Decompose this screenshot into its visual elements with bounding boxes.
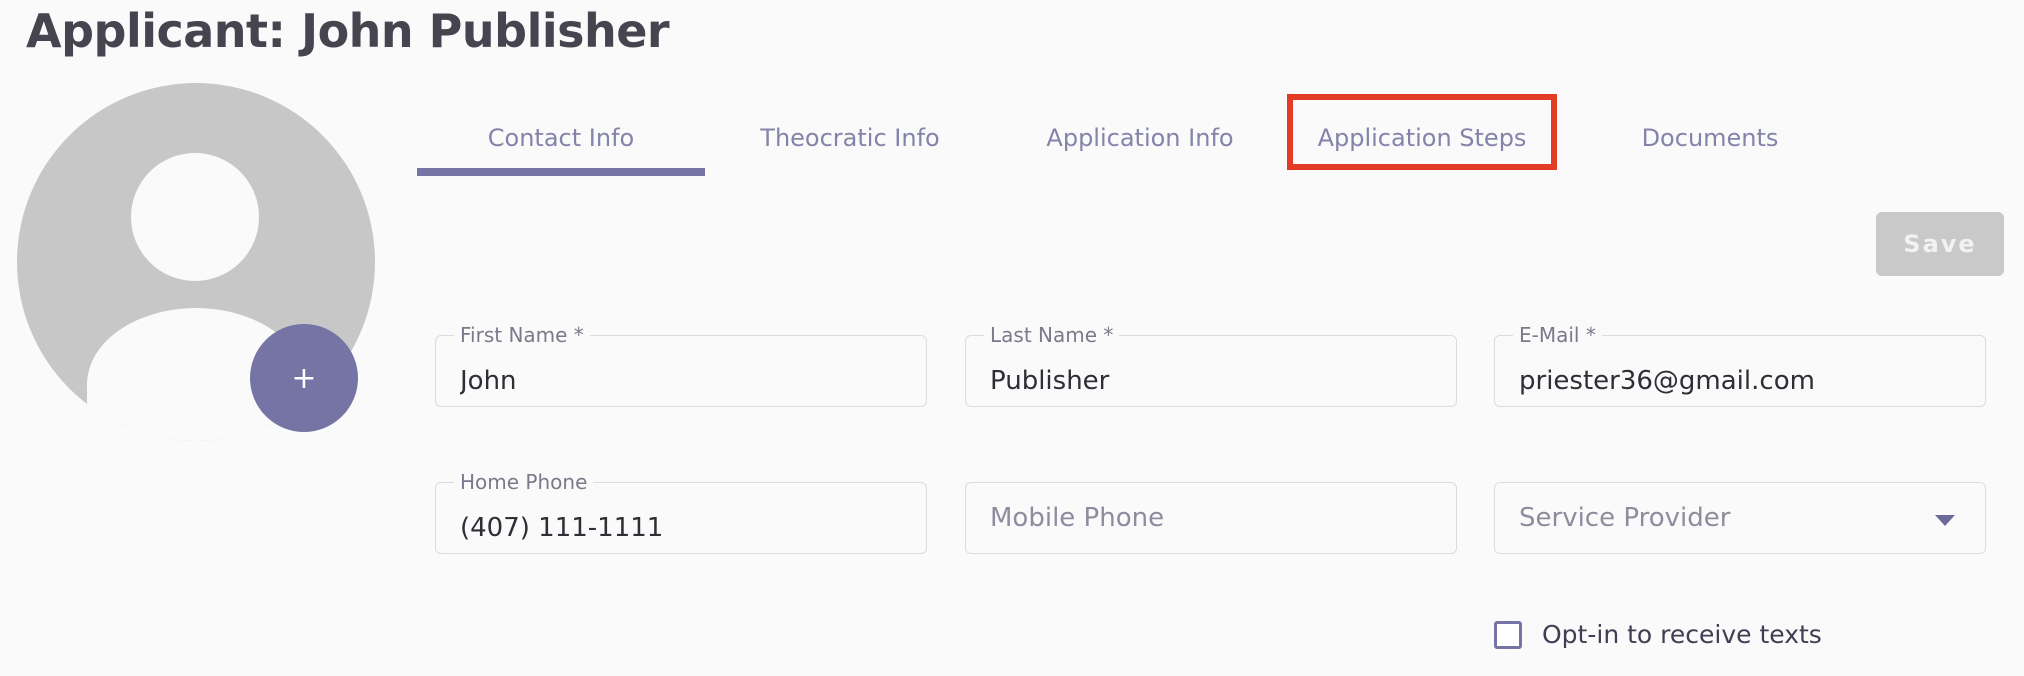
last-name-label: Last Name * xyxy=(984,323,1120,347)
email-input[interactable] xyxy=(1519,346,1959,416)
add-photo-button[interactable]: + xyxy=(250,324,358,432)
home-phone-label: Home Phone xyxy=(454,470,594,494)
mobile-phone-field xyxy=(965,482,1457,554)
email-field: E-Mail * xyxy=(1494,323,1986,416)
home-phone-field: Home Phone xyxy=(435,470,927,563)
last-name-input[interactable] xyxy=(990,346,1430,416)
first-name-label: First Name * xyxy=(454,323,590,347)
tab-label: Application Steps xyxy=(1317,124,1527,152)
first-name-input[interactable] xyxy=(460,346,900,416)
optin-texts[interactable]: Opt-in to receive texts xyxy=(1494,620,1822,649)
mobile-phone-input[interactable] xyxy=(990,483,1430,553)
tab-label: Theocratic Info xyxy=(760,124,940,152)
optin-label: Opt-in to receive texts xyxy=(1542,620,1822,649)
avatar-head-shape xyxy=(131,153,259,281)
last-name-field: Last Name * xyxy=(965,323,1457,416)
home-phone-input[interactable] xyxy=(460,493,900,563)
tab-label: Documents xyxy=(1641,124,1779,152)
tab-contact-info[interactable]: Contact Info xyxy=(417,100,705,176)
service-provider-input[interactable] xyxy=(1519,483,1959,553)
first-name-field: First Name * xyxy=(435,323,927,416)
optin-checkbox[interactable] xyxy=(1494,620,1522,649)
tab-label: Application Info xyxy=(1046,124,1234,152)
service-provider-select[interactable] xyxy=(1494,482,1986,554)
page-title: Applicant: John Publisher xyxy=(26,4,670,58)
email-label: E-Mail * xyxy=(1513,323,1602,347)
plus-icon: + xyxy=(291,360,317,396)
tab-documents[interactable]: Documents xyxy=(1565,100,1855,176)
tab-theocratic-info[interactable]: Theocratic Info xyxy=(705,100,995,176)
caret-down-icon xyxy=(1935,515,1955,526)
tab-application-steps[interactable]: Application Steps xyxy=(1287,94,1557,176)
save-button[interactable]: Save xyxy=(1876,212,2004,276)
tab-application-info[interactable]: Application Info xyxy=(995,100,1285,176)
tab-label: Contact Info xyxy=(487,124,635,152)
